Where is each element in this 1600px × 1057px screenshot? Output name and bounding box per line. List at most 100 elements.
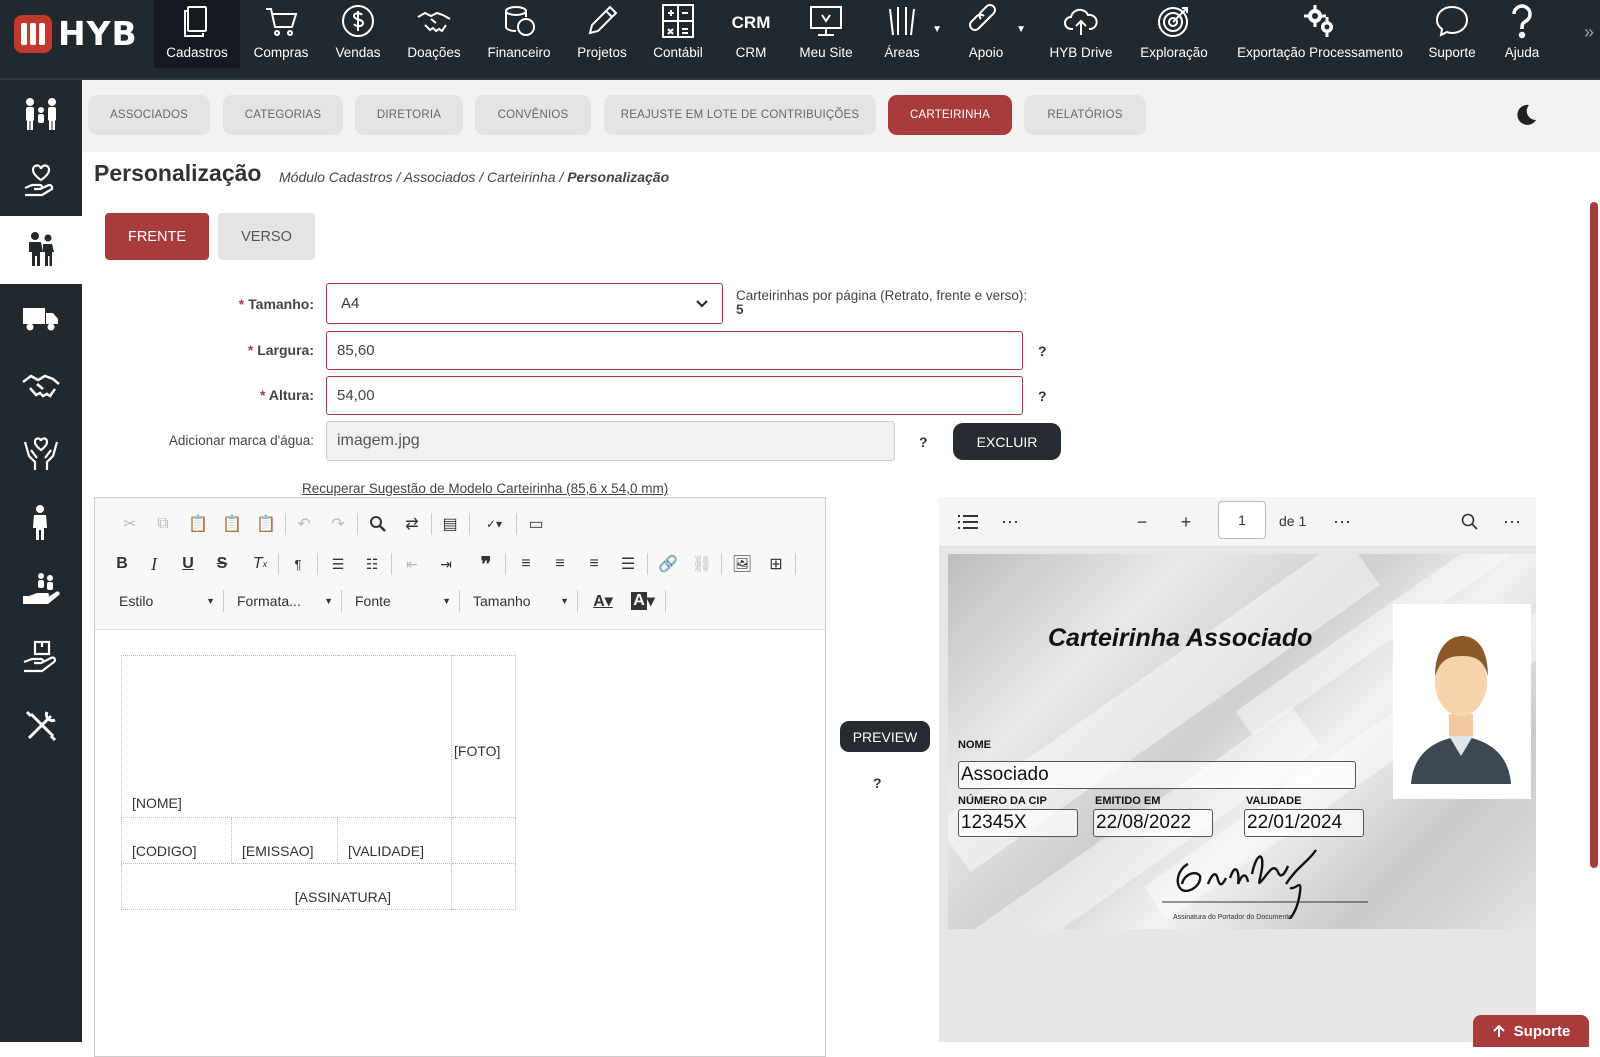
preview-button[interactable]: PREVIEW: [840, 721, 930, 752]
width-help[interactable]: ?: [1038, 343, 1047, 359]
paste-icon[interactable]: 📋: [185, 511, 211, 537]
more-options-icon[interactable]: ⋯: [1499, 509, 1525, 535]
align-right-icon[interactable]: ≡: [581, 551, 607, 577]
align-left-icon[interactable]: ≡: [513, 551, 539, 577]
template-cell-nome[interactable]: [NOME]: [121, 655, 452, 818]
support-floating-button[interactable]: Suporte: [1473, 1015, 1589, 1047]
breadcrumb-item-associados[interactable]: Associados: [404, 169, 476, 185]
template-cell-empty[interactable]: [451, 863, 516, 910]
paste-word-icon[interactable]: 📋: [253, 511, 279, 537]
nav-hyb-drive[interactable]: HYB Drive: [1040, 0, 1122, 68]
template-cell-empty[interactable]: [451, 817, 516, 864]
numbered-list-icon[interactable]: ☰: [325, 551, 351, 577]
watermark-file-input[interactable]: imagem.jpg: [326, 421, 895, 461]
font-size-combo[interactable]: Tamanho ▼: [473, 589, 569, 613]
nav-ajuda[interactable]: Ajuda: [1496, 0, 1548, 68]
undo-icon[interactable]: ↶: [291, 511, 317, 537]
page-number-input[interactable]: 1: [1218, 501, 1266, 539]
size-select[interactable]: A4: [326, 283, 723, 324]
tab-associados[interactable]: ASSOCIADOS: [88, 95, 210, 135]
bullet-list-icon[interactable]: ☷: [359, 551, 385, 577]
nav-contabil[interactable]: Contábil: [646, 0, 710, 68]
style-combo[interactable]: Estilo ▼: [119, 589, 215, 613]
nav-compras[interactable]: Compras: [248, 0, 314, 68]
sidebar-item-care[interactable]: [0, 148, 82, 216]
tab-carteirinha[interactable]: CARTEIRINHA: [888, 95, 1012, 135]
sidebar-item-logistics[interactable]: [0, 284, 82, 352]
back-side-button[interactable]: VERSO: [218, 213, 315, 260]
italic-icon[interactable]: I: [141, 551, 167, 577]
template-cell-validade[interactable]: [VALIDADE]: [337, 817, 452, 864]
paragraph-direction-icon[interactable]: ¶: [285, 551, 311, 577]
select-all-icon[interactable]: ▤: [437, 511, 463, 537]
dark-mode-moon-icon[interactable]: [1512, 102, 1538, 128]
align-center-icon[interactable]: ≡: [547, 551, 573, 577]
indent-icon[interactable]: ⇥: [433, 551, 459, 577]
template-cell-foto[interactable]: [FOTO]: [451, 655, 516, 818]
underline-icon[interactable]: U: [175, 551, 201, 577]
preview-help[interactable]: ?: [873, 775, 882, 791]
format-combo[interactable]: Formata... ▼: [237, 589, 333, 613]
background-color-icon[interactable]: A ▾: [627, 588, 659, 614]
suggest-template-link[interactable]: Recuperar Sugestão de Modelo Carteirinha…: [302, 481, 668, 496]
more-options-icon[interactable]: ⋯: [1329, 509, 1355, 535]
spellcheck-icon[interactable]: ✓▾: [477, 511, 511, 537]
height-input[interactable]: 54,00: [326, 376, 1023, 415]
sidebar-item-donations[interactable]: [0, 420, 82, 488]
sidebar-item-families[interactable]: [0, 80, 82, 148]
find-icon[interactable]: [365, 511, 391, 537]
template-cell-codigo[interactable]: [CODIGO]: [121, 817, 232, 864]
table-icon[interactable]: ⊞: [763, 551, 789, 577]
sidebar-item-associados[interactable]: [0, 216, 82, 284]
template-cell-emissao[interactable]: [EMISSAO]: [231, 817, 338, 864]
width-input[interactable]: 85,60: [326, 331, 1023, 370]
card-template-table[interactable]: [NOME] [FOTO] [CODIGO] [EMISSAO] [VALIDA…: [121, 655, 516, 910]
tab-diretoria[interactable]: DIRETORIA: [355, 95, 463, 135]
nav-more-icon[interactable]: »: [1584, 22, 1594, 43]
nav-projetos[interactable]: Projetos: [570, 0, 634, 68]
breadcrumb-item-modulo[interactable]: Módulo Cadastros: [279, 169, 393, 185]
hyb-logo[interactable]: HYB: [14, 14, 138, 53]
form-field-icon[interactable]: ▭: [523, 511, 549, 537]
breadcrumb-item-carteirinha[interactable]: Carteirinha: [487, 169, 555, 185]
more-options-icon[interactable]: ⋯: [997, 509, 1023, 535]
nav-exportacao-processamento[interactable]: Exportação Processamento: [1234, 0, 1406, 68]
tab-relatorios[interactable]: RELATÓRIOS: [1024, 95, 1146, 135]
zoom-in-icon[interactable]: +: [1173, 509, 1199, 535]
sidebar-item-tools[interactable]: [0, 692, 82, 760]
watermark-help[interactable]: ?: [919, 434, 928, 450]
delete-watermark-button[interactable]: EXCLUIR: [953, 423, 1061, 460]
nav-areas[interactable]: Áreas ▼: [872, 0, 942, 68]
paste-text-icon[interactable]: 📋: [219, 511, 245, 537]
replace-icon[interactable]: ⇄: [399, 511, 425, 537]
nav-crm[interactable]: CRM CRM: [722, 0, 780, 68]
unlink-icon[interactable]: ⛓: [689, 551, 715, 577]
blockquote-icon[interactable]: ❞: [473, 551, 499, 577]
sidebar-item-volunteers[interactable]: [0, 556, 82, 624]
template-cell-assinatura[interactable]: [ASSINATURA]: [121, 863, 452, 910]
nav-doacoes[interactable]: Doações: [400, 0, 468, 68]
cut-icon[interactable]: ✂: [117, 511, 143, 537]
nav-financeiro[interactable]: Financeiro: [480, 0, 558, 68]
link-icon[interactable]: 🔗: [655, 551, 681, 577]
sidebar-item-partnerships[interactable]: [0, 352, 82, 420]
strikethrough-icon[interactable]: S: [209, 551, 235, 577]
nav-vendas[interactable]: Vendas: [326, 0, 390, 68]
nav-meu-site[interactable]: Meu Site: [792, 0, 860, 68]
nav-apoio[interactable]: Apoio ▼: [956, 0, 1026, 68]
align-justify-icon[interactable]: ☰: [615, 551, 641, 577]
height-help[interactable]: ?: [1038, 388, 1047, 404]
page-scrollbar[interactable]: [1590, 202, 1598, 868]
nav-cadastros[interactable]: Cadastros: [154, 0, 240, 68]
tab-reajuste-em-lote[interactable]: REAJUSTE EM LOTE DE CONTRIBUIÇÕES: [604, 95, 876, 135]
nav-suporte[interactable]: Suporte: [1420, 0, 1484, 68]
text-color-icon[interactable]: A▾: [587, 588, 619, 614]
sidebar-item-services[interactable]: [0, 624, 82, 692]
remove-format-icon[interactable]: Tx: [247, 551, 273, 577]
front-side-button[interactable]: FRENTE: [105, 213, 209, 260]
nav-exploracao[interactable]: Exploração: [1134, 0, 1214, 68]
redo-icon[interactable]: ↷: [325, 511, 351, 537]
outdent-icon[interactable]: ⇤: [399, 551, 425, 577]
zoom-out-icon[interactable]: −: [1129, 509, 1155, 535]
tab-categorias[interactable]: CATEGORIAS: [223, 95, 343, 135]
